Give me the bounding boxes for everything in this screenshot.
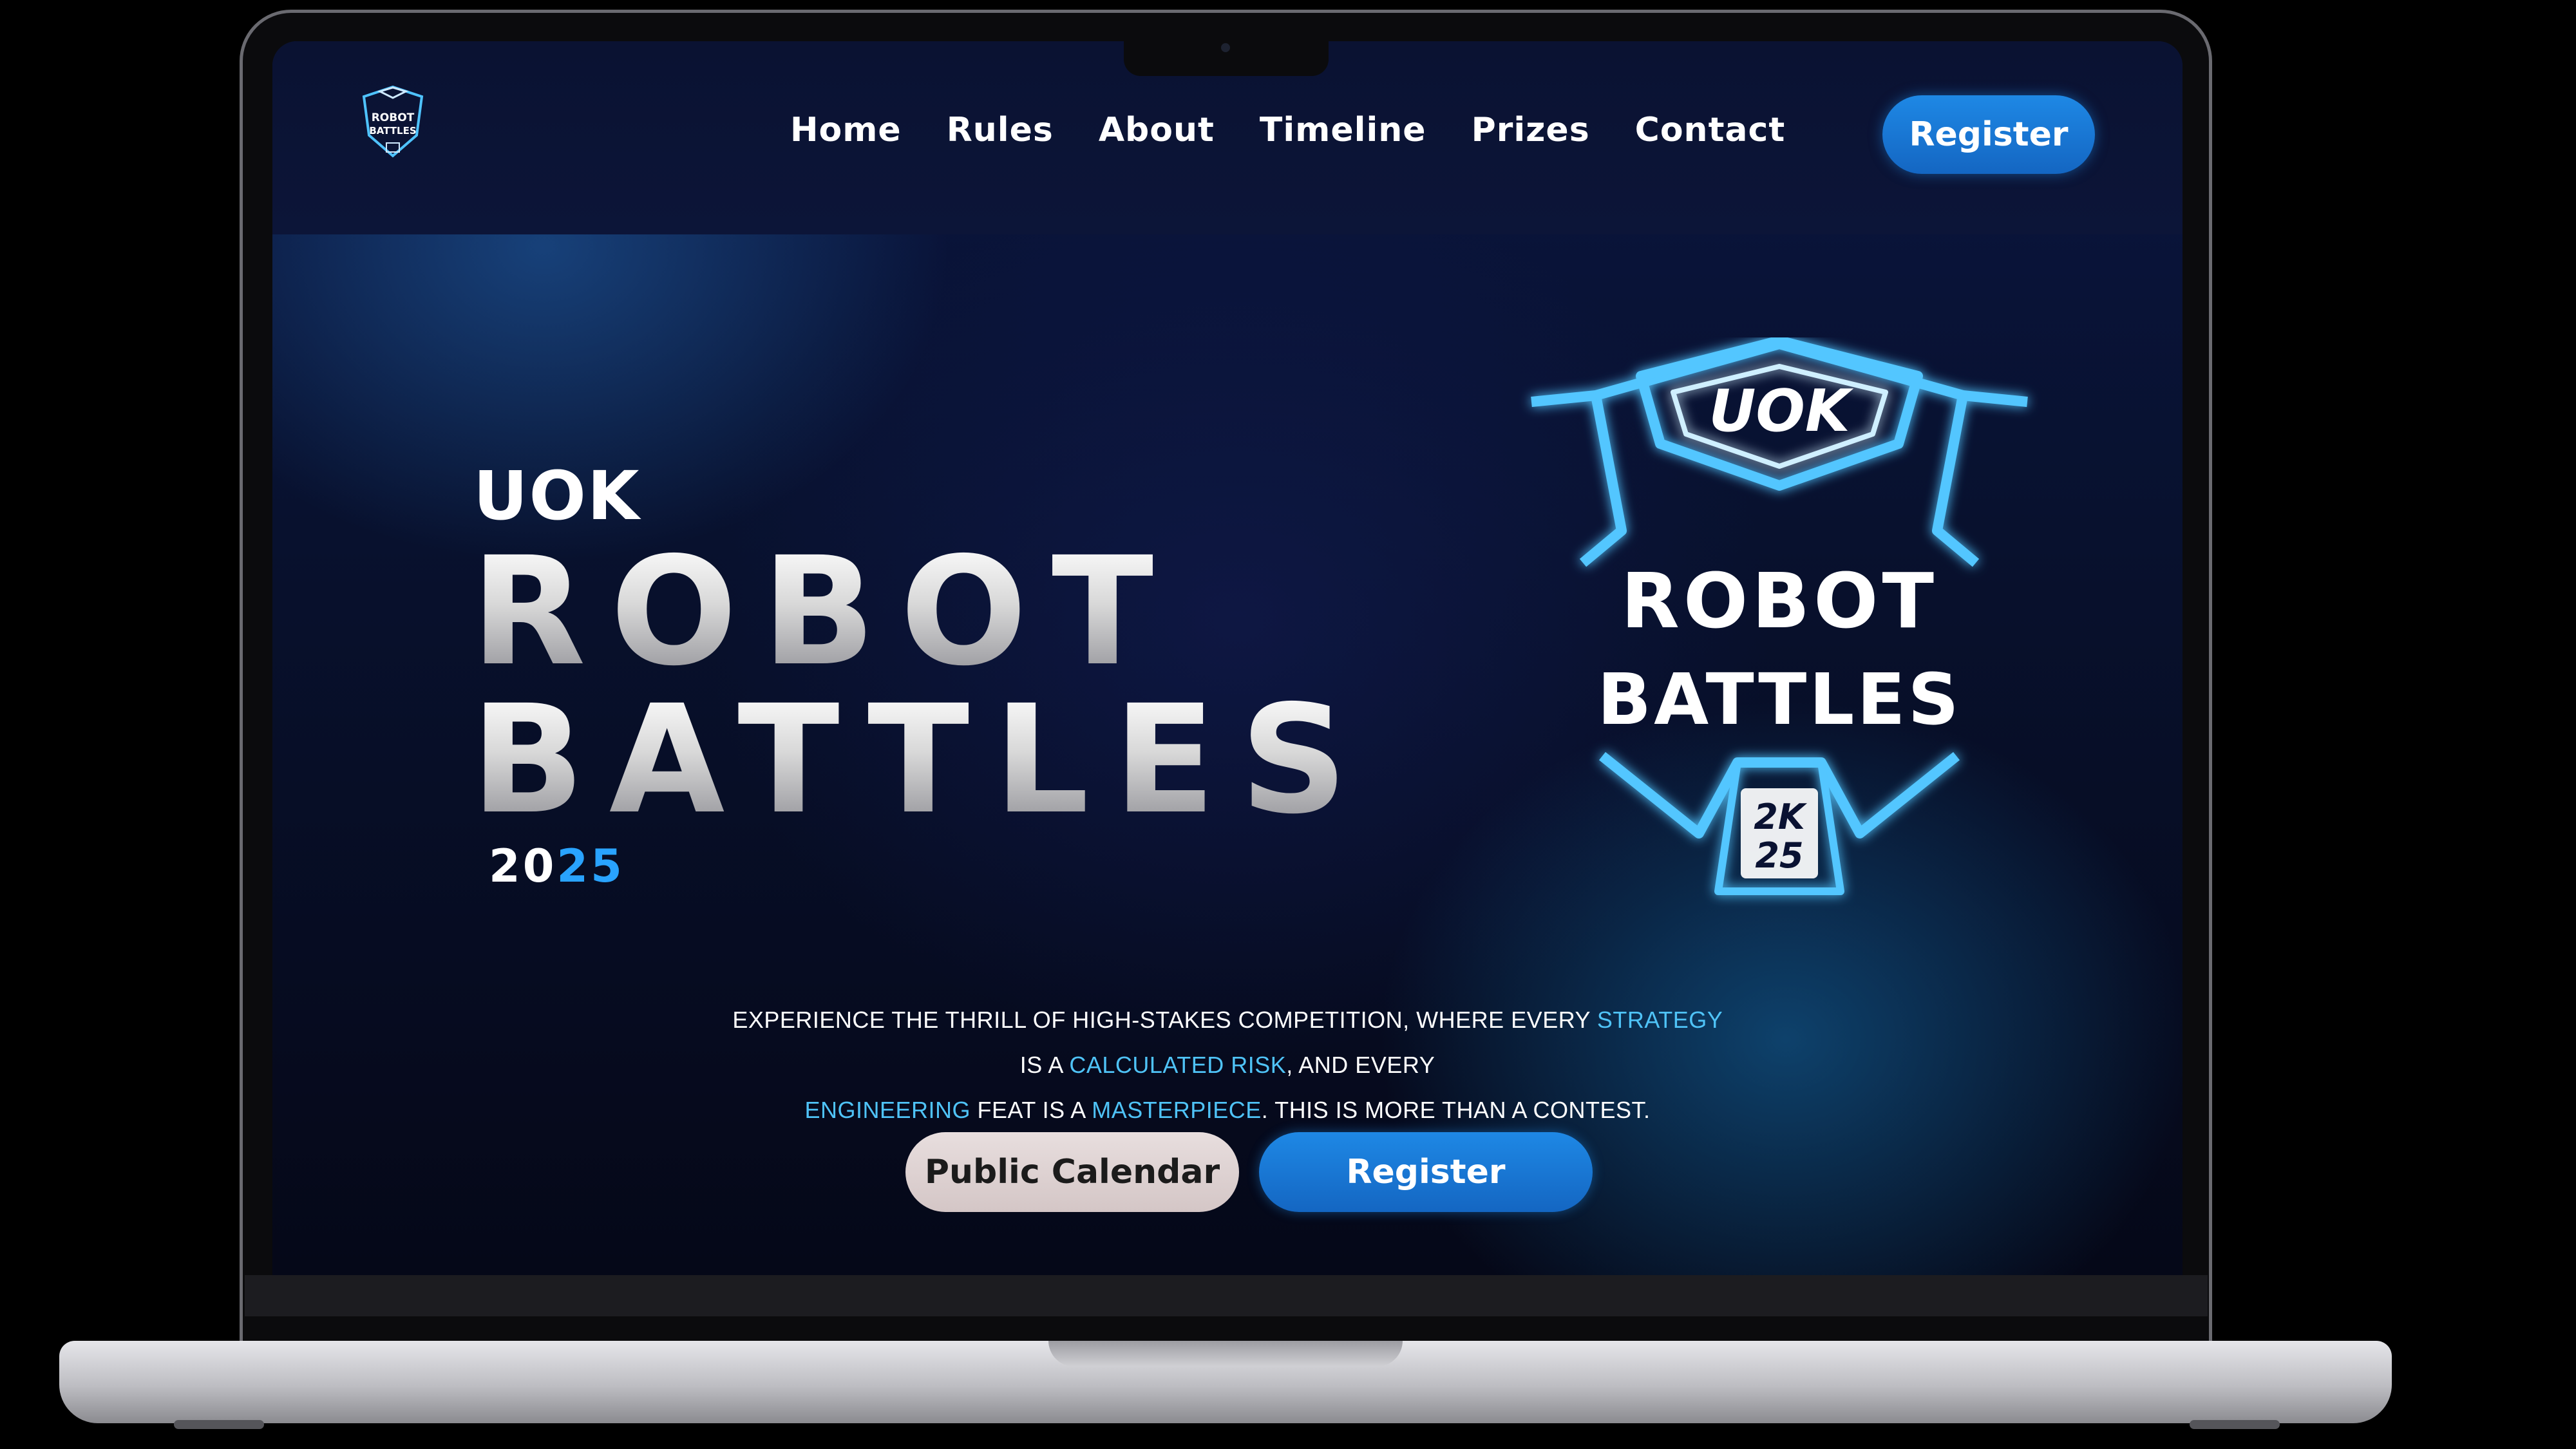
nav-rules[interactable]: Rules xyxy=(947,111,1054,149)
robot-battles-logo-icon: UOK ROBOT BATTLES 2K 25 2K 25 xyxy=(1531,337,2028,895)
site-logo-icon[interactable]: ROBOT BATTLES xyxy=(357,84,428,167)
logo-badge-text1: 2K xyxy=(1754,797,1808,837)
camera-lens xyxy=(1221,43,1230,52)
tagline-text: is a xyxy=(1019,1052,1070,1078)
tagline-text: Experience the thrill of high-stakes com… xyxy=(732,1007,1597,1033)
logo-top-text: UOK xyxy=(1709,377,1854,445)
hero-title-line2: BATTLES xyxy=(471,673,1372,847)
hero-kicker: UOK xyxy=(473,457,641,535)
nav-prizes[interactable]: Prizes xyxy=(1472,111,1590,149)
laptop-foot xyxy=(174,1420,264,1429)
tagline-highlight: calculated risk xyxy=(1069,1052,1287,1078)
tagline-text: feat is a xyxy=(970,1097,1092,1123)
tagline-highlight: masterpiece xyxy=(1092,1097,1262,1123)
logo-badge-text2: 25 xyxy=(1755,835,1803,876)
tagline-highlight: engineering xyxy=(804,1097,971,1123)
nav-contact[interactable]: Contact xyxy=(1635,111,1786,149)
hero-tagline: Experience the thrill of high-stakes com… xyxy=(723,998,1732,1133)
nav-about[interactable]: About xyxy=(1099,111,1215,149)
public-calendar-button[interactable]: Public Calendar xyxy=(905,1132,1239,1212)
logo-line2: BATTLES xyxy=(1597,658,1962,741)
nav-timeline[interactable]: Timeline xyxy=(1260,111,1426,149)
logo-line1: ROBOT xyxy=(1621,556,1938,645)
site-logo-line2: BATTLES xyxy=(369,125,416,137)
header-register-button[interactable]: Register xyxy=(1882,95,2095,174)
hero-year-part2: 25 xyxy=(556,840,625,893)
hero-year: 2025 xyxy=(489,840,625,893)
hero-year-part1: 20 xyxy=(489,840,557,893)
site-logo-line1: ROBOT xyxy=(372,111,415,124)
tagline-text: , and every xyxy=(1286,1052,1435,1078)
tagline-text: . This is more than a contest. xyxy=(1261,1097,1651,1123)
laptop-foot xyxy=(2190,1420,2280,1429)
website-screen: ROBOT BATTLES Home Rules About Timeline … xyxy=(272,41,2183,1275)
hero-register-button[interactable]: Register xyxy=(1259,1132,1593,1212)
tagline-highlight: strategy xyxy=(1596,1007,1723,1033)
laptop-bezel-bottom xyxy=(245,1275,2208,1316)
nav-home[interactable]: Home xyxy=(790,111,902,149)
laptop-base-lip xyxy=(1048,1341,1403,1367)
main-nav: Home Rules About Timeline Prizes Contact xyxy=(790,111,1830,149)
hero-title-line1: ROBOT xyxy=(471,525,1179,699)
